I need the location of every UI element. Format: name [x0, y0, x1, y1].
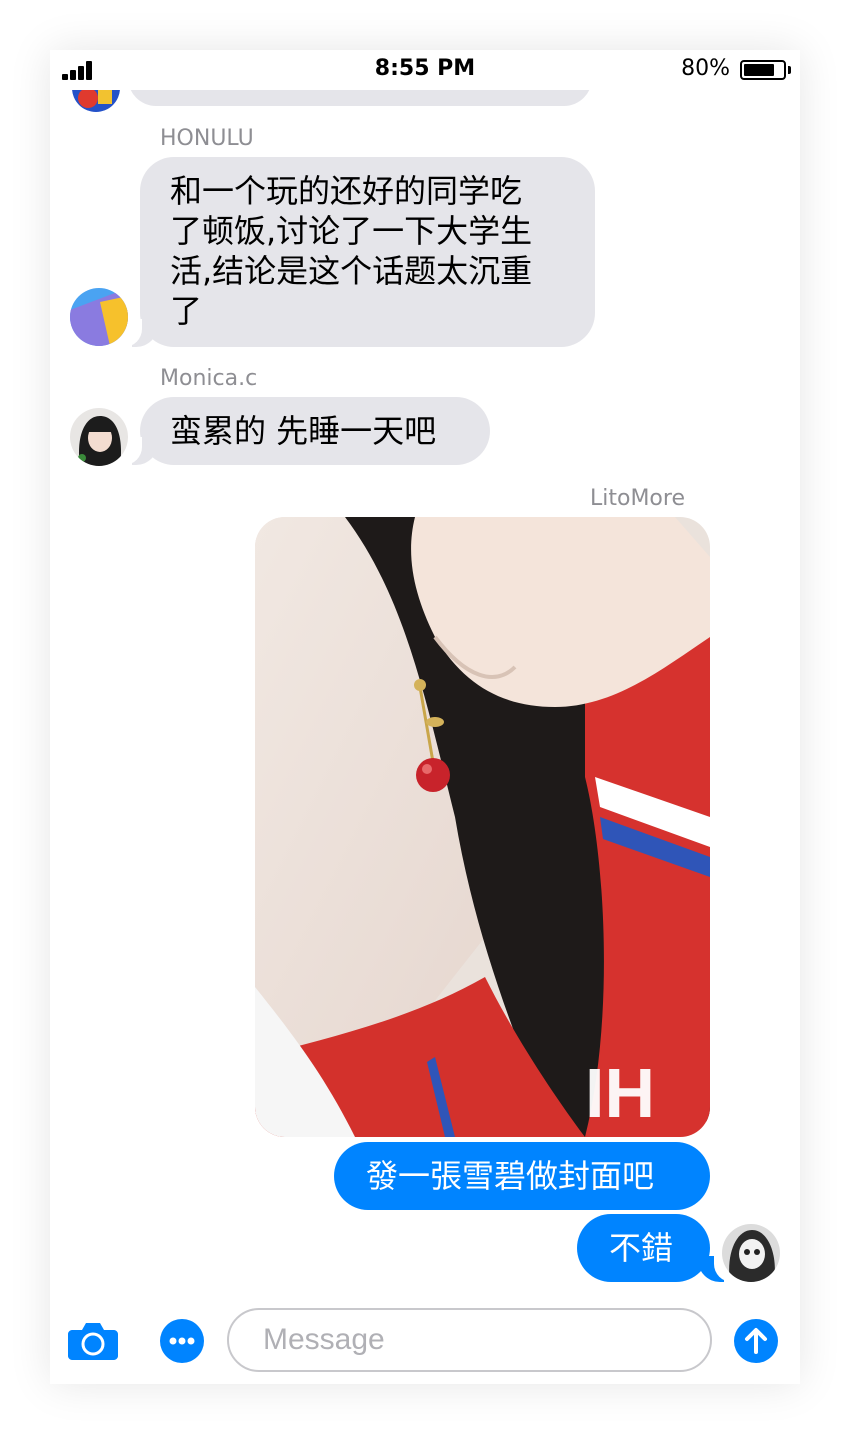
bubble-tail	[698, 1254, 740, 1282]
send-arrow-icon[interactable]	[734, 1319, 778, 1363]
message-text: 不錯	[609, 1229, 674, 1267]
message-text: 發一張雪碧做封面吧	[366, 1157, 655, 1195]
composer-bar	[50, 1300, 800, 1384]
more-options-icon[interactable]	[160, 1319, 204, 1363]
message-bubble[interactable]: 蛮累的 先睡一天吧	[140, 397, 490, 465]
message-text: 和一个玩的还好的同学吃 了顿饭,讨论了一下大学生 活,结论是这个话题太沉重 了	[170, 172, 533, 330]
message-bubble-outgoing[interactable]: 不錯	[577, 1214, 710, 1282]
message-bubble[interactable]: 和一个玩的还好的同学吃 了顿饭,讨论了一下大学生 活,结论是这个话题太沉重 了	[140, 157, 595, 347]
battery-fill	[744, 64, 774, 76]
message-sender: HONULU	[160, 126, 254, 151]
message-input[interactable]	[227, 1308, 712, 1372]
avatar-monica[interactable]	[70, 408, 128, 466]
chat-thread[interactable]: HONULU 和一个玩的还好的同学吃 了顿饭,讨论了一下大学生 活,结论是这个话…	[50, 90, 800, 1300]
image-message[interactable]: IH	[255, 517, 710, 1137]
bubble-tail	[116, 319, 158, 347]
earring-photo: IH	[255, 517, 710, 1137]
message-bubble-partial[interactable]	[128, 90, 592, 106]
message-sender: LitoMore	[590, 486, 685, 511]
avatar-partial[interactable]	[72, 90, 120, 112]
avatar-honulu[interactable]	[70, 288, 128, 346]
phone-screen: 8:55 PM 80% HONULU 和一个玩的还好的同学吃 了顿饭,讨论了一下…	[50, 50, 800, 1384]
camera-icon[interactable]	[68, 1320, 118, 1360]
bubble-tail	[116, 437, 158, 465]
battery-tip	[788, 66, 791, 74]
message-sender: Monica.c	[160, 366, 258, 391]
message-text: 蛮累的 先睡一天吧	[170, 412, 437, 450]
battery-percent: 80%	[681, 56, 730, 81]
status-bar: 8:55 PM 80%	[50, 50, 800, 90]
message-bubble-outgoing[interactable]: 發一張雪碧做封面吧	[334, 1142, 710, 1210]
svg-text:IH: IH	[585, 1054, 655, 1132]
avatar-me[interactable]	[722, 1224, 780, 1282]
battery-icon	[740, 60, 786, 80]
